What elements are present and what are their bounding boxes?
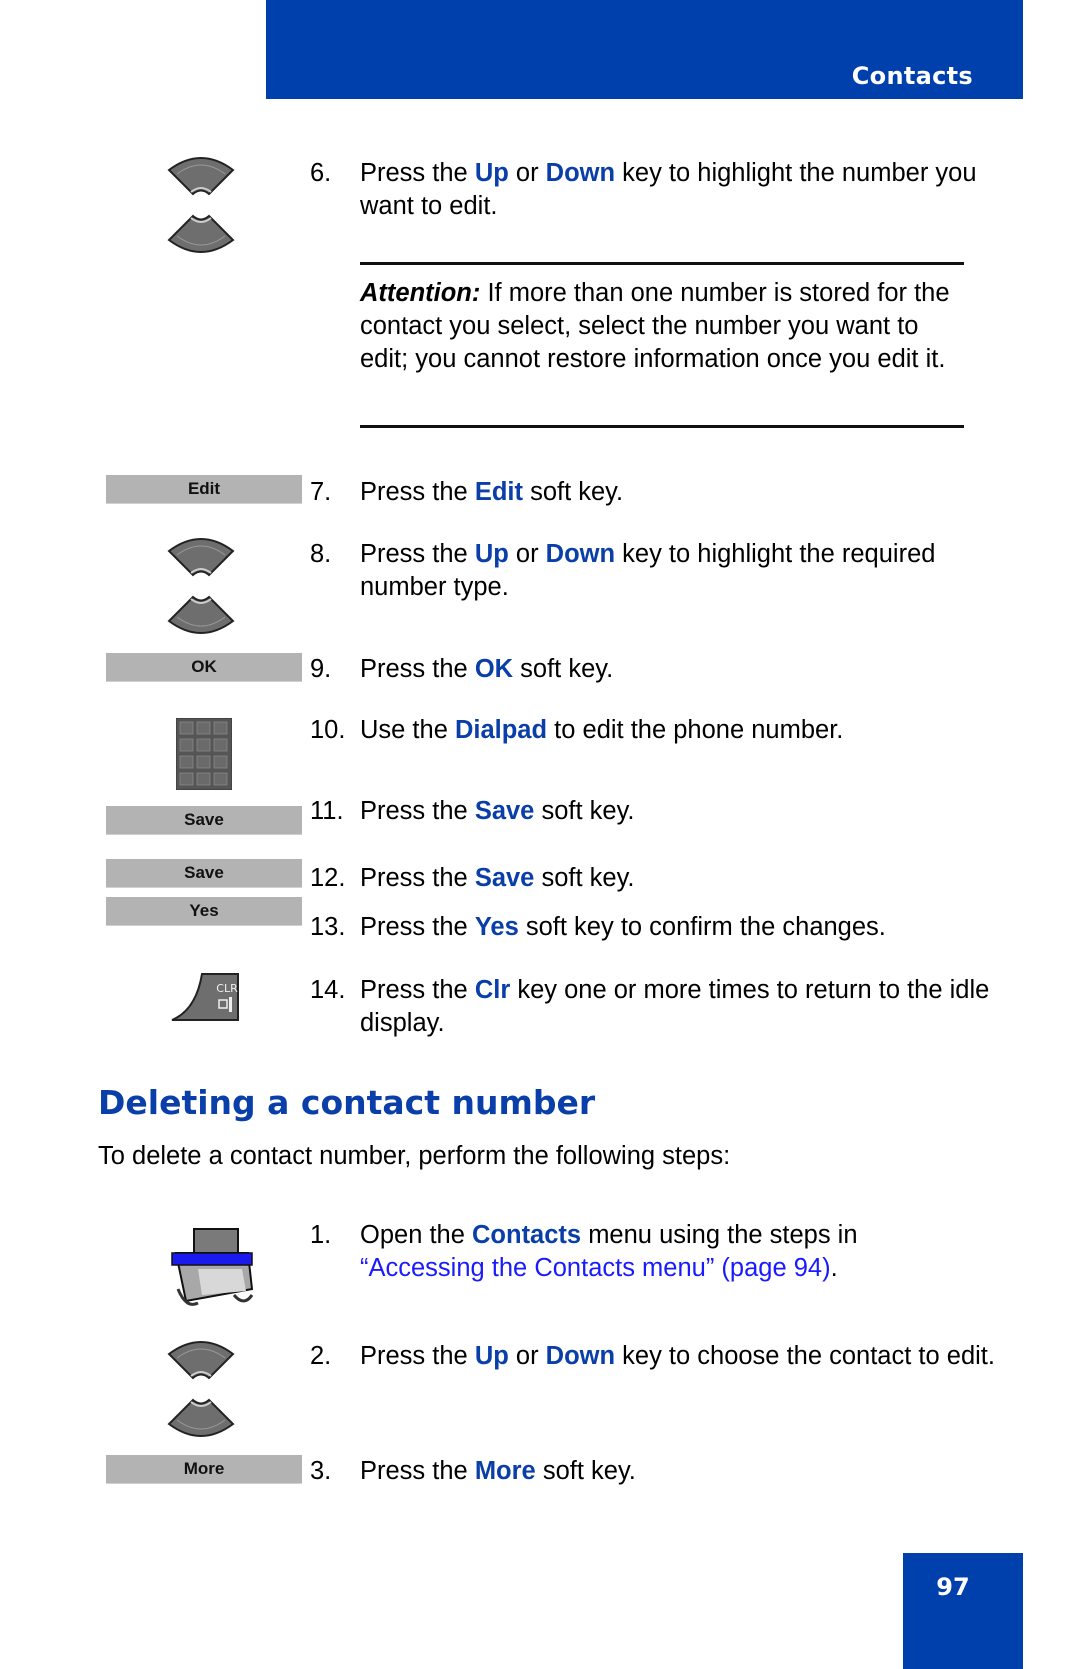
attention-bottom-rule [360,425,964,428]
edit-softkey: Edit [106,475,302,504]
attention-top-rule [360,262,964,265]
section-title: Contacts [851,62,973,90]
page-number-box: 97 [903,1553,1023,1669]
accessing-contacts-menu-link[interactable]: “Accessing the Contacts menu” (page 94) [360,1254,831,1282]
save-softkey: Save [106,859,302,888]
attention-note: Attention: If more than one number is st… [360,279,950,373]
step-6: 6. Press the Up or Down key to highlight… [310,159,977,220]
step-11: 11. Press the Save soft key. [310,797,635,825]
more-softkey: More [106,1455,302,1484]
delete-step-2: 2. Press the Up or Down key to choose th… [310,1342,995,1370]
down-key-label: Down [545,159,616,187]
up-down-navigation-keys-icon [165,531,237,641]
save-softkey: Save [106,806,302,835]
step-12: 12. Press the Save soft key. [310,864,635,892]
delete-step-3: 3. Press the More soft key. [310,1457,636,1485]
up-down-navigation-keys-icon [165,150,237,260]
svg-text:CLR: CLR [216,982,238,995]
step-7: 7. Press the Edit soft key. [310,478,624,506]
section-intro: To delete a contact number, perform the … [98,1142,731,1170]
section-heading: Deleting a contact number [98,1083,596,1122]
step-14: 14. Press the Clr key one or more times … [310,976,990,1037]
page-number: 97 [936,1573,970,1601]
contacts-menu-icon [168,1225,256,1309]
dialpad-icon [175,717,233,791]
step-8: 8. Press the Up or Down key to highlight… [310,540,936,601]
step-10: 10. Use the Dialpad to edit the phone nu… [310,716,844,744]
step-13: 13. Press the Yes soft key to confirm th… [310,913,886,941]
step-9: 9. Press the OK soft key. [310,655,614,683]
section-header-bar: Contacts [266,0,1023,99]
up-key-label: Up [474,159,509,187]
clr-key-icon: CLR [170,972,240,1022]
up-down-navigation-keys-icon [165,1334,237,1444]
ok-softkey: OK [106,653,302,682]
yes-softkey: Yes [106,897,302,926]
delete-step-1: 1. Open the Contacts menu using the step… [310,1221,858,1282]
